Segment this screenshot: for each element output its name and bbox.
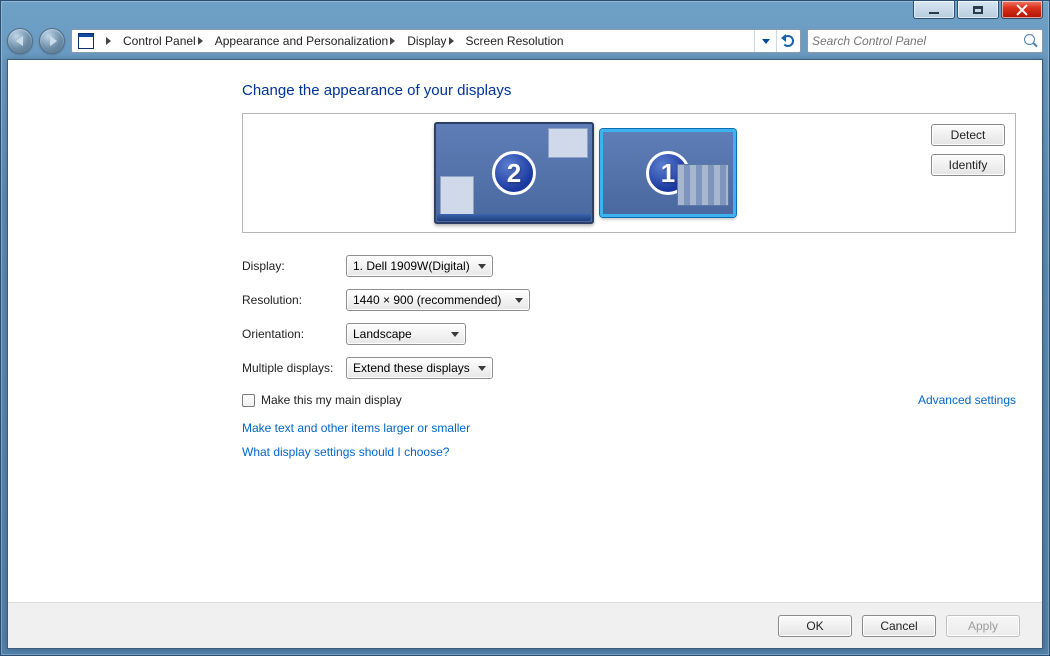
chevron-right-icon <box>106 37 111 45</box>
resolution-label: Resolution: <box>242 293 346 307</box>
main-display-checkbox[interactable] <box>242 394 255 407</box>
breadcrumb-label: Control Panel <box>123 34 196 48</box>
resolution-select[interactable]: 1440 × 900 (recommended) <box>346 289 530 311</box>
detect-button[interactable]: Detect <box>931 124 1005 146</box>
address-dropdown-button[interactable] <box>754 30 776 52</box>
display-label: Display: <box>242 259 346 273</box>
navigation-row: Control Panel Appearance and Personaliza… <box>7 25 1043 57</box>
address-bar[interactable]: Control Panel Appearance and Personaliza… <box>71 29 801 53</box>
main-display-checkbox-label[interactable]: Make this my main display <box>242 393 402 407</box>
identify-button[interactable]: Identify <box>931 154 1005 176</box>
display-monitor-2[interactable]: 2 <box>434 122 594 224</box>
help-links: Make text and other items larger or smal… <box>242 421 1016 459</box>
dialog-button-bar: OK Cancel Apply <box>8 602 1042 648</box>
window-thumbnail-icon <box>677 164 729 206</box>
ok-button[interactable]: OK <box>778 615 852 637</box>
multiple-displays-select[interactable]: Extend these displays <box>346 357 493 379</box>
breadcrumb-segment[interactable]: Display <box>401 30 459 52</box>
nav-back-button[interactable] <box>7 28 33 54</box>
search-bar[interactable] <box>807 29 1043 53</box>
window-minimize-button[interactable] <box>913 1 955 19</box>
breadcrumb-segment[interactable] <box>98 30 117 52</box>
display-monitor-1[interactable]: 1 <box>600 129 736 217</box>
orientation-select-value: Landscape <box>353 327 412 341</box>
breadcrumb-segment[interactable]: Control Panel <box>117 30 209 52</box>
breadcrumb-label: Appearance and Personalization <box>215 34 388 48</box>
chevron-right-icon <box>449 37 454 45</box>
display-help-link[interactable]: What display settings should I choose? <box>242 445 1016 459</box>
page-title: Change the appearance of your displays <box>242 82 1016 99</box>
display-arrangement-box: 2 1 Detect Identify <box>242 113 1016 233</box>
display-row: Display: 1. Dell 1909W(Digital) <box>242 255 1016 277</box>
breadcrumb-segment[interactable]: Screen Resolution <box>460 30 570 52</box>
multiple-displays-select-value: Extend these displays <box>353 361 470 375</box>
resolution-select-value: 1440 × 900 (recommended) <box>353 293 501 307</box>
display-number-badge: 2 <box>492 151 536 195</box>
display-select-value: 1. Dell 1909W(Digital) <box>353 259 470 273</box>
breadcrumb-segment[interactable]: Appearance and Personalization <box>209 30 401 52</box>
taskbar-icon <box>437 214 591 221</box>
multiple-displays-row: Multiple displays: Extend these displays <box>242 357 1016 379</box>
window-thumbnail-icon <box>548 128 588 158</box>
window-close-button[interactable] <box>1001 1 1043 19</box>
display-arrangement-area[interactable]: 2 1 <box>255 120 915 226</box>
control-panel-icon <box>78 33 94 49</box>
orientation-label: Orientation: <box>242 327 346 341</box>
advanced-settings-link[interactable]: Advanced settings <box>918 393 1016 407</box>
refresh-button[interactable] <box>776 30 798 52</box>
breadcrumb-label: Screen Resolution <box>466 34 564 48</box>
search-input[interactable] <box>812 34 1024 48</box>
chevron-right-icon <box>198 37 203 45</box>
main-display-checkbox-text: Make this my main display <box>261 393 402 407</box>
window-titlebar <box>1 1 1049 25</box>
window-thumbnail-icon <box>440 176 474 218</box>
window-maximize-button[interactable] <box>957 1 999 19</box>
orientation-select[interactable]: Landscape <box>346 323 466 345</box>
apply-button[interactable]: Apply <box>946 615 1020 637</box>
breadcrumb-label: Display <box>407 34 446 48</box>
cancel-button[interactable]: Cancel <box>862 615 936 637</box>
main-display-row: Make this my main display Advanced setti… <box>242 393 1016 407</box>
multiple-displays-label: Multiple displays: <box>242 361 346 375</box>
nav-forward-button[interactable] <box>39 28 65 54</box>
content-area: Change the appearance of your displays 2… <box>8 60 1042 588</box>
window-frame: Control Panel Appearance and Personaliza… <box>0 0 1050 656</box>
content-frame: Change the appearance of your displays 2… <box>7 59 1043 649</box>
display-select[interactable]: 1. Dell 1909W(Digital) <box>346 255 493 277</box>
text-size-link[interactable]: Make text and other items larger or smal… <box>242 421 1016 435</box>
resolution-row: Resolution: 1440 × 900 (recommended) <box>242 289 1016 311</box>
search-icon <box>1024 34 1038 48</box>
refresh-icon <box>782 35 794 47</box>
chevron-right-icon <box>390 37 395 45</box>
display-side-buttons: Detect Identify <box>931 120 1003 226</box>
orientation-row: Orientation: Landscape <box>242 323 1016 345</box>
